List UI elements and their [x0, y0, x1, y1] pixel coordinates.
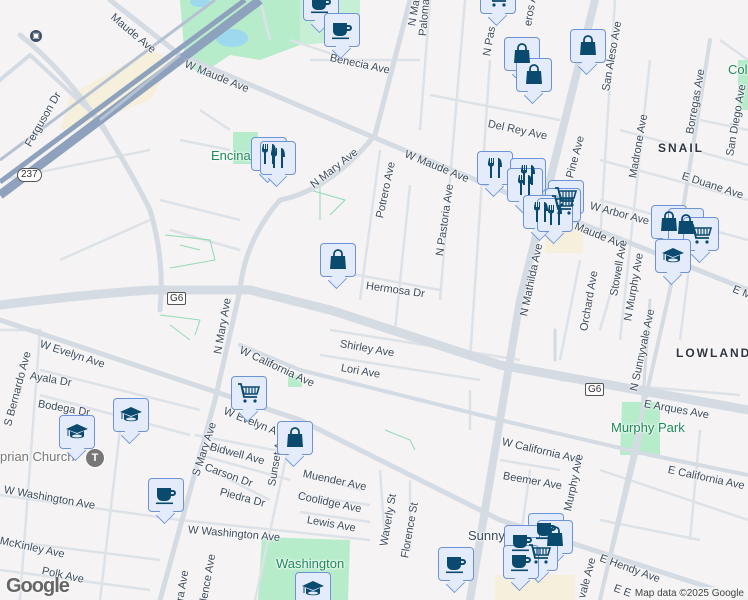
google-logo[interactable]: Google — [6, 575, 70, 598]
shopping-marker[interactable] — [277, 421, 313, 468]
school-marker[interactable] — [295, 572, 331, 600]
coffee-cup-icon — [309, 0, 333, 16]
highway-shield: 237 — [17, 168, 42, 182]
transit-icon[interactable]: ▣ — [30, 30, 42, 42]
park-label: Col — [728, 62, 748, 77]
coffee-cup-icon — [444, 552, 468, 576]
grocery-marker[interactable] — [231, 376, 267, 423]
map-canvas[interactable]: Maude Ave W Maude Ave W Maude Ave Maude … — [0, 0, 748, 600]
fork-knife-icon — [266, 146, 290, 170]
shopping-bag-icon — [283, 426, 307, 450]
neighborhood-label: SNAIL — [658, 141, 704, 155]
fork-knife-icon — [483, 156, 507, 180]
school-marker[interactable] — [113, 398, 149, 445]
park-label: Washington — [276, 556, 345, 571]
coffee-cup-icon — [330, 18, 354, 42]
coffee-cup-icon — [154, 483, 178, 507]
cafe-marker[interactable] — [324, 13, 360, 60]
route-shield: G6 — [167, 292, 187, 305]
shopping-marker[interactable] — [320, 243, 356, 290]
shopping-cart-icon — [689, 222, 713, 246]
map-attribution[interactable]: Map data ©2025 Google — [630, 587, 748, 600]
shopping-bag-icon — [522, 63, 546, 87]
graduation-cap-icon — [661, 244, 685, 268]
neighborhood-label: LOWLAND — [676, 346, 748, 360]
place-label: Sunny — [468, 528, 505, 543]
fork-knife-icon — [543, 203, 567, 227]
shopping-cart-icon — [486, 0, 510, 9]
park-label: Murphy Park — [611, 420, 685, 435]
shopping-bag-icon — [576, 34, 600, 58]
graduation-cap-icon — [301, 577, 325, 600]
grocery-marker[interactable] — [480, 0, 516, 27]
fork-knife-icon — [513, 173, 537, 197]
coffee-cup-icon — [509, 550, 533, 574]
school-marker[interactable] — [655, 239, 691, 286]
cafe-marker[interactable] — [438, 547, 474, 594]
school-marker[interactable] — [59, 415, 95, 462]
route-shield: G6 — [585, 383, 605, 396]
graduation-cap-icon — [65, 420, 89, 444]
shopping-marker[interactable] — [516, 58, 552, 105]
restaurant-marker[interactable] — [260, 141, 296, 188]
graduation-cap-icon — [119, 403, 143, 427]
shopping-marker[interactable] — [570, 29, 606, 76]
cafe-marker[interactable] — [148, 478, 184, 525]
shopping-cart-icon — [237, 381, 261, 405]
park-label: Encina — [211, 148, 251, 163]
shopping-bag-icon — [326, 248, 350, 272]
